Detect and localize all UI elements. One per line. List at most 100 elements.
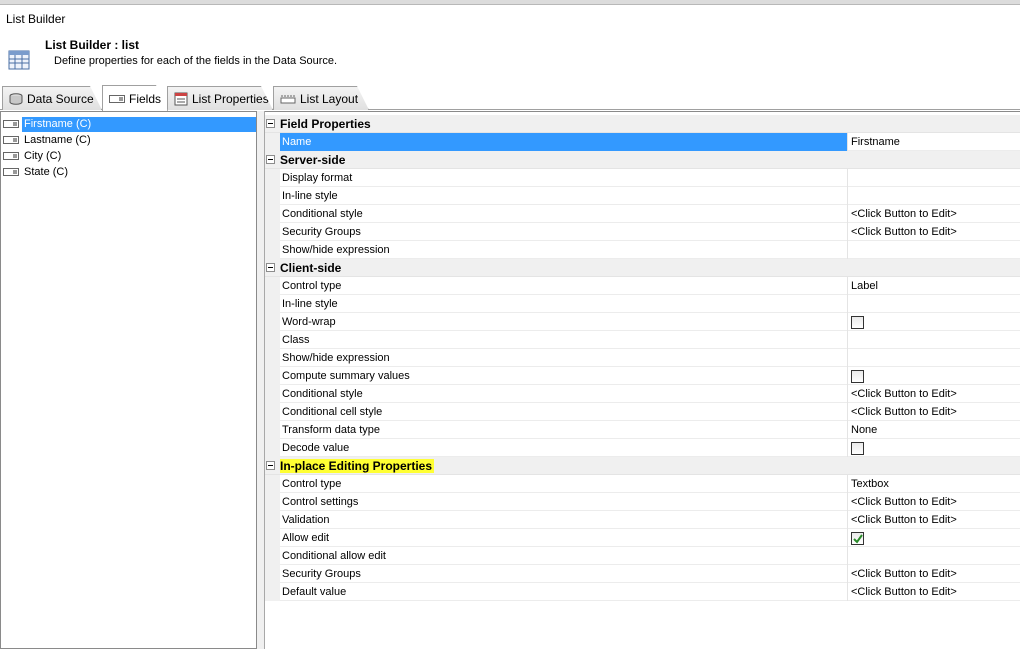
window-title: List Builder	[6, 12, 66, 26]
property-row-edit-security-groups[interactable]: Security Groups <Click Button to Edit>	[265, 565, 1020, 583]
property-row-security-groups[interactable]: Security Groups <Click Button to Edit>	[265, 223, 1020, 241]
field-item-firstname[interactable]: Firstname (C)	[3, 116, 256, 132]
category-server-side[interactable]: Server-side	[265, 151, 1020, 169]
tab-fields[interactable]: Fields	[102, 85, 168, 111]
pane-splitter[interactable]	[257, 111, 265, 649]
tab-list-layout[interactable]: List Layout	[273, 86, 369, 110]
property-row-display-format[interactable]: Display format	[265, 169, 1020, 187]
property-value[interactable]: <Click Button to Edit>	[849, 403, 1020, 421]
fields-tree: Firstname (C) Lastname (C) City (C) Stat…	[0, 111, 257, 649]
property-row-conditional-cell-style[interactable]: Conditional cell style <Click Button to …	[265, 403, 1020, 421]
property-row-word-wrap[interactable]: Word-wrap	[265, 313, 1020, 331]
category-inplace-editing[interactable]: In-place Editing Properties	[265, 457, 1020, 475]
property-value[interactable]	[849, 331, 1020, 349]
property-value[interactable]: <Click Button to Edit>	[849, 493, 1020, 511]
property-row-compute-summary-values[interactable]: Compute summary values	[265, 367, 1020, 385]
property-row-transform-data-type[interactable]: Transform data type None	[265, 421, 1020, 439]
property-value[interactable]: <Click Button to Edit>	[849, 205, 1020, 223]
property-row-default-value[interactable]: Default value <Click Button to Edit>	[265, 583, 1020, 601]
list-builder-window: List Builder List Builder : list Define …	[0, 5, 1020, 649]
property-name: Decode value	[280, 439, 848, 457]
property-value[interactable]	[849, 547, 1020, 565]
property-value[interactable]: <Click Button to Edit>	[849, 565, 1020, 583]
property-row-inline-style[interactable]: In-line style	[265, 295, 1020, 313]
property-value[interactable]: None	[849, 421, 1020, 439]
property-value[interactable]: <Click Button to Edit>	[849, 583, 1020, 601]
field-icon	[3, 136, 19, 144]
property-row-decode-value[interactable]: Decode value	[265, 439, 1020, 457]
tab-list-properties[interactable]: List Properties	[167, 86, 273, 110]
field-label: City (C)	[24, 149, 62, 162]
property-name: Conditional style	[280, 205, 848, 223]
word-wrap-checkbox[interactable]	[851, 316, 864, 329]
tab-data-source[interactable]: Data Source	[2, 86, 102, 110]
property-name: Control settings	[280, 493, 848, 511]
header-title: List Builder : list	[45, 38, 140, 52]
field-item-city[interactable]: City (C)	[3, 148, 63, 164]
collapse-icon[interactable]	[266, 461, 275, 470]
category-field-properties[interactable]: Field Properties	[265, 115, 1020, 133]
collapse-icon[interactable]	[266, 119, 275, 128]
field-label: Lastname (C)	[24, 133, 91, 146]
property-value[interactable]	[849, 349, 1020, 367]
header-description: Define properties for each of the fields…	[54, 55, 338, 67]
category-label: Client-side	[280, 261, 342, 275]
collapse-icon[interactable]	[266, 263, 275, 272]
list-builder-icon	[8, 50, 30, 70]
property-value[interactable]	[849, 169, 1020, 187]
allow-edit-checkbox[interactable]	[851, 532, 864, 545]
property-name: Class	[280, 331, 848, 349]
tab-label: Fields	[129, 91, 162, 106]
property-value[interactable]	[849, 187, 1020, 205]
property-row-conditional-allow-edit[interactable]: Conditional allow edit	[265, 547, 1020, 565]
property-value[interactable]: Firstname	[849, 133, 1020, 151]
database-icon	[9, 93, 23, 105]
property-row-name[interactable]: Name Firstname	[265, 133, 1020, 151]
property-value[interactable]	[849, 295, 1020, 313]
property-row-show-hide-expression[interactable]: Show/hide expression	[265, 349, 1020, 367]
field-icon	[3, 152, 19, 160]
property-name: Validation	[280, 511, 848, 529]
property-name: Control type	[280, 475, 848, 493]
property-name: Show/hide expression	[280, 349, 848, 367]
property-name: Transform data type	[280, 421, 848, 439]
property-row-conditional-style[interactable]: Conditional style <Click Button to Edit>	[265, 385, 1020, 403]
tab-label: List Layout	[300, 91, 359, 106]
property-value[interactable]	[849, 241, 1020, 259]
property-row-validation[interactable]: Validation <Click Button to Edit>	[265, 511, 1020, 529]
field-item-lastname[interactable]: Lastname (C)	[3, 132, 93, 148]
field-label: State (C)	[24, 165, 69, 178]
property-value[interactable]: Label	[849, 277, 1020, 295]
property-name: Conditional allow edit	[280, 547, 848, 565]
category-client-side[interactable]: Client-side	[265, 259, 1020, 277]
property-row-control-type[interactable]: Control type Label	[265, 277, 1020, 295]
field-item-state[interactable]: State (C)	[3, 164, 70, 180]
property-name: Word-wrap	[280, 313, 848, 331]
property-row-inline-style[interactable]: In-line style	[265, 187, 1020, 205]
field-icon	[109, 95, 125, 103]
property-value[interactable]: <Click Button to Edit>	[849, 511, 1020, 529]
property-row-conditional-style[interactable]: Conditional style <Click Button to Edit>	[265, 205, 1020, 223]
property-row-allow-edit[interactable]: Allow edit	[265, 529, 1020, 547]
tab-bar: Data Source Fields List Properties List …	[0, 82, 1020, 110]
property-name: Security Groups	[280, 565, 848, 583]
collapse-icon[interactable]	[266, 155, 275, 164]
properties-icon	[174, 92, 188, 106]
property-value[interactable]: Textbox	[849, 475, 1020, 493]
layout-icon	[280, 94, 296, 104]
property-grid: Field Properties Name Firstname Server-s…	[265, 111, 1020, 649]
property-value[interactable]: <Click Button to Edit>	[849, 385, 1020, 403]
category-label: Server-side	[280, 153, 346, 167]
property-row-edit-control-type[interactable]: Control type Textbox	[265, 475, 1020, 493]
checkmark-icon	[853, 534, 863, 544]
property-row-show-hide-expression[interactable]: Show/hide expression	[265, 241, 1020, 259]
property-row-control-settings[interactable]: Control settings <Click Button to Edit>	[265, 493, 1020, 511]
property-value[interactable]: <Click Button to Edit>	[849, 223, 1020, 241]
property-row-class[interactable]: Class	[265, 331, 1020, 349]
property-name: In-line style	[280, 295, 848, 313]
decode-value-checkbox[interactable]	[851, 442, 864, 455]
category-label: Field Properties	[280, 117, 371, 131]
property-name: Compute summary values	[280, 367, 848, 385]
compute-summary-checkbox[interactable]	[851, 370, 864, 383]
property-name: Control type	[280, 277, 848, 295]
